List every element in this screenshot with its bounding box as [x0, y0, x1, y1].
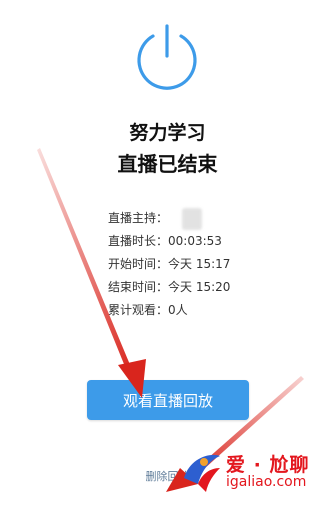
viewers-row: 累计观看：0人 [108, 299, 230, 322]
delete-replay-link[interactable]: 删除回放 [0, 468, 335, 484]
end-time-value: 今天 15:20 [168, 280, 231, 294]
end-time-row: 结束时间：今天 15:20 [108, 276, 230, 299]
start-time-value: 今天 15:17 [168, 257, 231, 271]
start-time-label: 开始时间： [108, 257, 169, 271]
power-icon [137, 24, 197, 90]
room-title: 努力学习 [129, 122, 206, 144]
live-ended-heading: 直播已结束 [117, 152, 218, 176]
viewers-label: 累计观看： [108, 303, 169, 317]
duration-row: 直播时长：00:03:53 [108, 230, 230, 253]
host-row: 直播主持： [108, 207, 230, 230]
duration-label: 直播时长： [108, 234, 169, 248]
end-time-label: 结束时间： [108, 280, 169, 294]
live-summary: 直播主持： 直播时长：00:03:53 开始时间：今天 15:17 结束时间：今… [108, 207, 230, 322]
watch-replay-button[interactable]: 观看直播回放 [87, 380, 249, 420]
start-time-row: 开始时间：今天 15:17 [108, 253, 230, 276]
duration-value: 00:03:53 [168, 234, 222, 248]
host-avatar [181, 207, 202, 230]
viewers-value: 0人 [168, 303, 188, 317]
host-label: 直播主持： [108, 211, 169, 225]
